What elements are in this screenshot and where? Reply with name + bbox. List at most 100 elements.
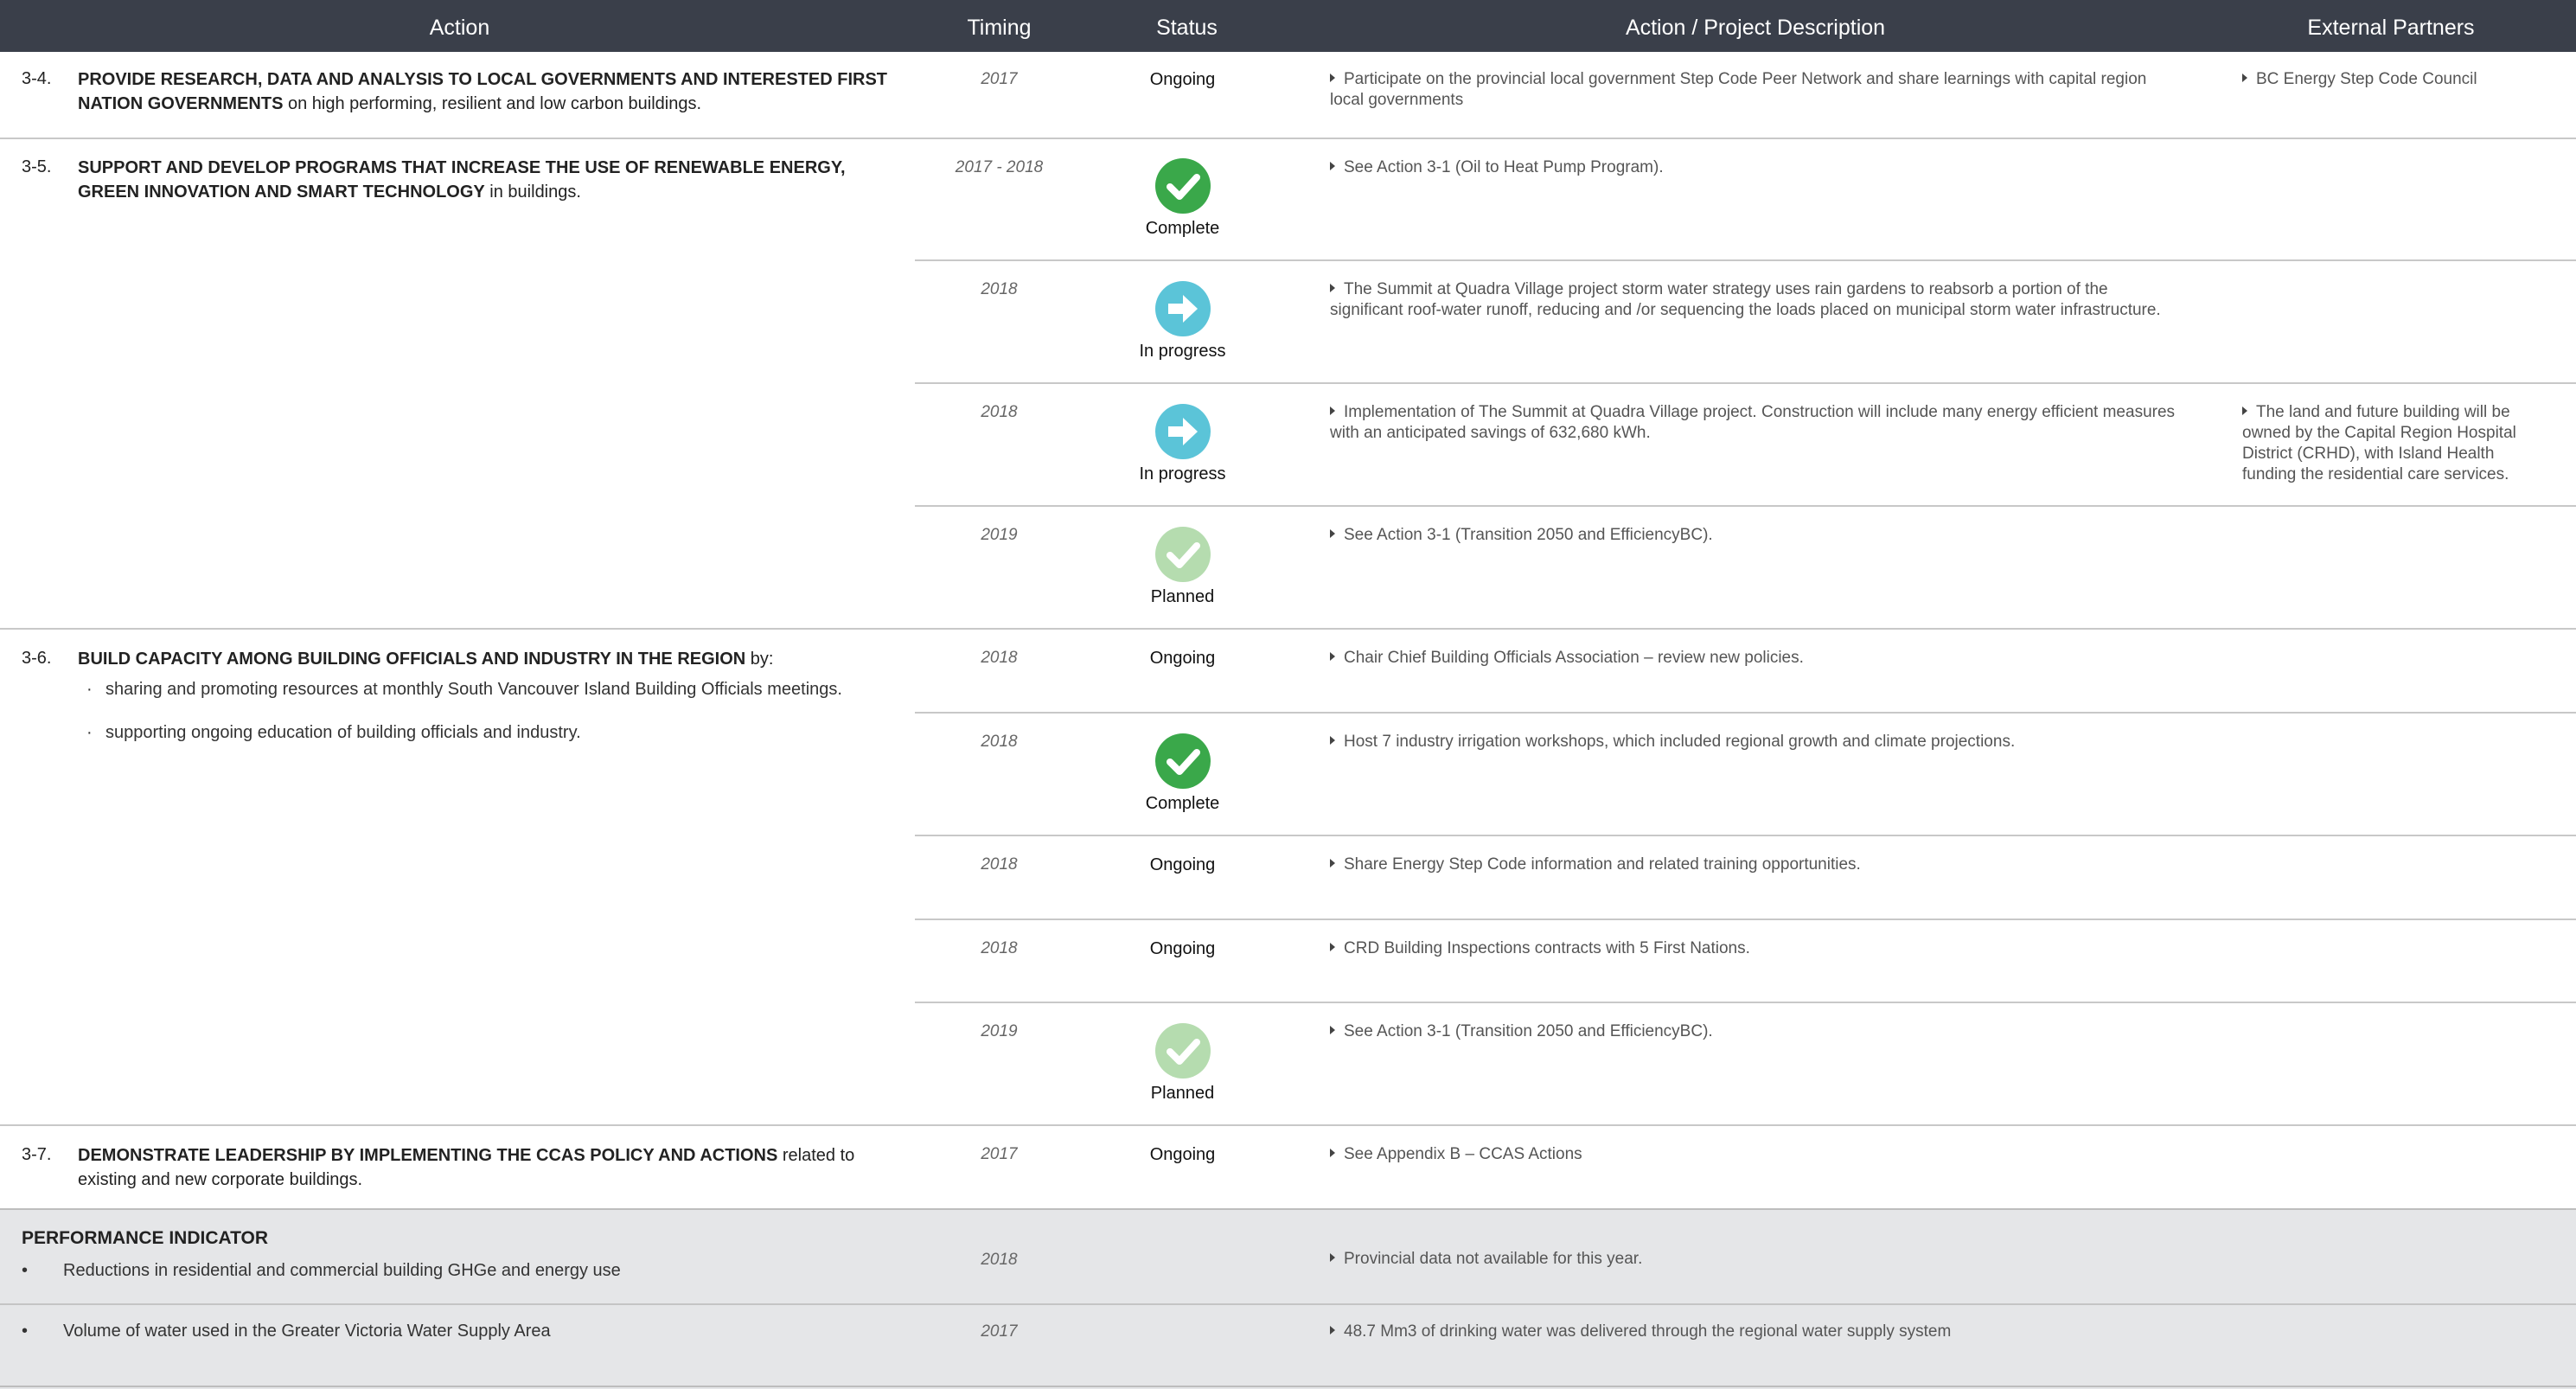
timing: 2018 xyxy=(981,855,1018,874)
action-title-bold: BUILD CAPACITY AMONG BUILDING OFFICIALS … xyxy=(78,650,746,669)
row-divider xyxy=(915,382,2576,384)
status-label: In progress xyxy=(1139,342,1226,361)
action-title: BUILD CAPACITY AMONG BUILDING OFFICIALS … xyxy=(78,647,908,671)
description-text: See Appendix B – CCAS Actions xyxy=(1344,1145,1582,1163)
action-title-bold: SUPPORT AND DEVELOP PROGRAMS THAT INCREA… xyxy=(78,158,846,202)
check-circle-icon xyxy=(1155,158,1211,214)
action-title: PROVIDE RESEARCH, DATA AND ANALYSIS TO L… xyxy=(78,67,908,116)
action-title-rest: by: xyxy=(745,650,774,669)
action-number: 3-6. xyxy=(22,649,52,668)
triangle-bullet-icon xyxy=(2242,74,2247,82)
check-circle-light-icon xyxy=(1155,527,1211,582)
triangle-bullet-icon xyxy=(1330,1253,1335,1262)
partner-text: The land and future building will be own… xyxy=(2242,403,2516,483)
status-label: Complete xyxy=(1145,219,1220,238)
description-text: Host 7 industry irrigation workshops, wh… xyxy=(1344,733,2016,751)
row-divider xyxy=(915,712,2576,714)
performance-item: • Volume of water used in the Greater Vic… xyxy=(22,1322,551,1341)
timing: 2017 - 2018 xyxy=(955,158,1044,176)
row-divider xyxy=(0,1124,2576,1126)
triangle-bullet-icon xyxy=(1330,529,1335,538)
triangle-bullet-icon xyxy=(1330,652,1335,661)
description: See Action 3-1 (Oil to Heat Pump Program… xyxy=(1330,157,2177,178)
description: Provincial data not available for this y… xyxy=(1330,1249,2177,1270)
timing: 2018 xyxy=(981,1251,1018,1269)
performance-indicator-section xyxy=(0,1209,2576,1389)
row-divider xyxy=(0,1386,2576,1387)
description-text: See Action 3-1 (Transition 2050 and Effi… xyxy=(1344,526,1713,544)
timing: 2017 xyxy=(981,1322,1018,1341)
row-divider xyxy=(0,628,2576,630)
triangle-bullet-icon xyxy=(1330,736,1335,745)
timing: 2017 xyxy=(981,70,1018,88)
timing: 2019 xyxy=(981,1022,1018,1040)
bullet-dot: • xyxy=(22,1322,29,1341)
row-divider xyxy=(0,138,2576,139)
performance-title: PERFORMANCE INDICATOR xyxy=(22,1228,269,1248)
triangle-bullet-icon xyxy=(1330,1026,1335,1034)
row-divider xyxy=(915,259,2576,261)
action-title-rest: on high performing, resilient and low ca… xyxy=(283,94,702,113)
description: Host 7 industry irrigation workshops, wh… xyxy=(1330,732,2177,752)
header-action: Action xyxy=(429,16,490,40)
timing: 2018 xyxy=(981,649,1018,667)
page: Action Timing Status Action / Project De… xyxy=(0,0,2576,1389)
description: 48.7 Mm3 of drinking water was delivered… xyxy=(1330,1322,2177,1342)
triangle-bullet-icon xyxy=(2242,406,2247,415)
table-header: Action Timing Status Action / Project De… xyxy=(0,0,2576,52)
status-label: Planned xyxy=(1150,587,1215,606)
description: CRD Building Inspections contracts with … xyxy=(1330,938,2177,959)
arrow-circle-icon xyxy=(1155,281,1211,336)
timing: 2018 xyxy=(981,403,1018,421)
triangle-bullet-icon xyxy=(1330,406,1335,415)
description-text: 48.7 Mm3 of drinking water was delivered… xyxy=(1344,1322,1952,1341)
triangle-bullet-icon xyxy=(1330,162,1335,170)
description: Chair Chief Building Officials Associati… xyxy=(1330,648,2177,669)
status-label: In progress xyxy=(1139,464,1226,483)
description: Participate on the provincial local gove… xyxy=(1330,69,2177,111)
description: See Appendix B – CCAS Actions xyxy=(1330,1144,2177,1165)
description-text: Participate on the provincial local gove… xyxy=(1330,70,2147,109)
description-text: Implementation of The Summit at Quadra V… xyxy=(1330,403,2176,442)
bullet-dot: • xyxy=(22,1261,29,1280)
description: See Action 3-1 (Transition 2050 and Effi… xyxy=(1330,525,2177,546)
description-text: Provincial data not available for this y… xyxy=(1344,1250,1643,1268)
arrow-circle-icon xyxy=(1155,404,1211,459)
action-bullet: · sharing and promoting resources at mont… xyxy=(86,680,842,700)
status-label: Ongoing xyxy=(1149,70,1216,89)
partner: The land and future building will be own… xyxy=(2242,402,2545,485)
row-divider xyxy=(915,505,2576,507)
description: Implementation of The Summit at Quadra V… xyxy=(1330,402,2177,444)
description-text: The Summit at Quadra Village project sto… xyxy=(1330,280,2161,319)
bullet-dot: · xyxy=(86,680,93,699)
header-partners: External Partners xyxy=(2307,16,2475,40)
header-timing: Timing xyxy=(967,16,1032,40)
status-label: Ongoing xyxy=(1149,649,1216,668)
status-label: Ongoing xyxy=(1149,855,1216,874)
timing: 2018 xyxy=(981,939,1018,957)
performance-item-label: Reductions in residential and commercial… xyxy=(63,1261,621,1280)
timing: 2018 xyxy=(981,280,1018,298)
timing: 2017 xyxy=(981,1145,1018,1163)
triangle-bullet-icon xyxy=(1330,74,1335,82)
performance-item-label: Volume of water used in the Greater Vict… xyxy=(63,1322,551,1341)
action-title: DEMONSTRATE LEADERSHIP BY IMPLEMENTING T… xyxy=(78,1143,908,1192)
partner: BC Energy Step Code Council xyxy=(2242,69,2545,90)
row-divider xyxy=(0,1303,2576,1305)
status-label: Complete xyxy=(1145,794,1220,813)
action-bullet: · supporting ongoing education of buildin… xyxy=(86,723,581,743)
description: See Action 3-1 (Transition 2050 and Effi… xyxy=(1330,1021,2177,1042)
action-title-bold: DEMONSTRATE LEADERSHIP BY IMPLEMENTING T… xyxy=(78,1146,778,1165)
check-circle-icon xyxy=(1155,733,1211,789)
triangle-bullet-icon xyxy=(1330,859,1335,867)
description-text: See Action 3-1 (Oil to Heat Pump Program… xyxy=(1344,158,1664,176)
status-label: Ongoing xyxy=(1149,1145,1216,1164)
description: Share Energy Step Code information and r… xyxy=(1330,855,2177,875)
bullet-dot: · xyxy=(86,723,93,742)
action-title-rest: in buildings. xyxy=(484,182,581,202)
row-divider xyxy=(0,1208,2576,1210)
action-title: SUPPORT AND DEVELOP PROGRAMS THAT INCREA… xyxy=(78,156,908,204)
triangle-bullet-icon xyxy=(1330,943,1335,951)
timing: 2019 xyxy=(981,526,1018,544)
status-label: Planned xyxy=(1150,1084,1215,1103)
